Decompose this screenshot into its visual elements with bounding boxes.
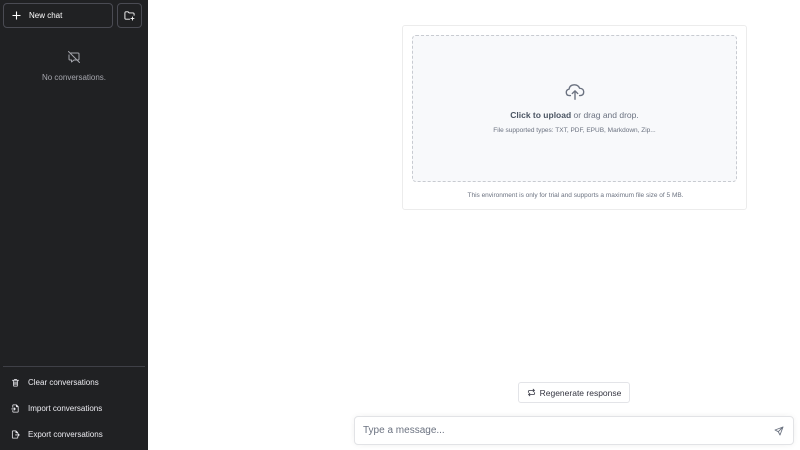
plus-icon xyxy=(12,11,21,20)
file-export-icon xyxy=(11,429,20,439)
trial-note: This environment is only for trial and s… xyxy=(467,192,684,199)
regenerate-label: Regenerate response xyxy=(539,387,622,398)
sidebar: New chat No conversations. Clear convers… xyxy=(0,0,148,450)
export-conversations-label: Export conversations xyxy=(28,429,103,439)
message-composer xyxy=(354,416,794,445)
file-dropzone[interactable]: Click to upload or drag and drop. File s… xyxy=(412,35,737,182)
new-chat-label: New chat xyxy=(29,11,63,20)
clear-conversations-button[interactable]: Clear conversations xyxy=(3,369,145,395)
regenerate-response-button[interactable]: Regenerate response xyxy=(518,382,630,403)
app-window: New chat No conversations. Clear convers… xyxy=(0,0,800,450)
folder-plus-icon xyxy=(124,11,135,21)
drag-drop-text: or drag and drop. xyxy=(571,110,639,120)
repeat-icon xyxy=(527,388,535,397)
cloud-upload-icon xyxy=(565,84,584,100)
upload-instructions: Click to upload or drag and drop. xyxy=(510,110,639,120)
new-folder-button[interactable] xyxy=(117,3,142,28)
message-input[interactable] xyxy=(363,417,763,444)
clear-conversations-label: Clear conversations xyxy=(28,377,99,387)
click-to-upload-link[interactable]: Click to upload xyxy=(510,110,571,120)
upload-card: Click to upload or drag and drop. File s… xyxy=(402,25,747,210)
new-chat-button[interactable]: New chat xyxy=(3,3,113,28)
message-off-icon xyxy=(68,51,80,63)
import-conversations-label: Import conversations xyxy=(28,403,103,413)
supported-types-text: File supported types: TXT, PDF, EPUB, Ma… xyxy=(493,127,656,134)
send-icon xyxy=(774,426,784,436)
sidebar-footer: Clear conversations Import conversations… xyxy=(3,366,145,447)
empty-state-text: No conversations. xyxy=(41,73,107,82)
trash-icon xyxy=(11,378,20,387)
import-conversations-button[interactable]: Import conversations xyxy=(3,395,145,421)
export-conversations-button[interactable]: Export conversations xyxy=(3,421,145,447)
file-import-icon xyxy=(11,403,19,413)
empty-state: No conversations. xyxy=(0,50,148,82)
send-button[interactable] xyxy=(773,425,785,437)
